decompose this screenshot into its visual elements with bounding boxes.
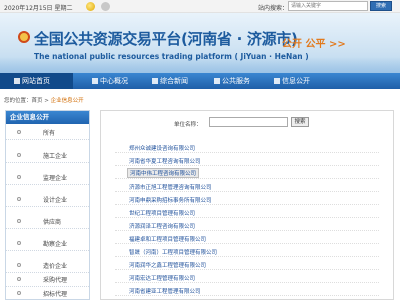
company-link[interactable]: 河南省华夏工程咨询有限公司 [129, 157, 201, 165]
nav-item-services[interactable]: 公共服务 [212, 73, 250, 89]
sidebar-item-label: 施工企业 [43, 153, 68, 160]
nav-item-overview[interactable]: 中心概况 [90, 73, 128, 89]
nav-item-label: 网站首页 [22, 77, 50, 85]
banner-slogan: 公开 公平 >> [282, 39, 346, 50]
nav-item-news[interactable]: 综合新闻 [150, 73, 188, 89]
bullet-icon [17, 130, 21, 134]
bullet-icon [17, 291, 21, 295]
sidebar-item-label: 勘察企业 [43, 241, 68, 248]
sidebar-item-survey[interactable]: 勘察企业 [6, 236, 89, 251]
company-name-input[interactable] [209, 117, 288, 127]
sidebar-item-all[interactable]: 所有 [6, 125, 89, 140]
company-link[interactable]: 郑州众诚建设咨询有限公司 [129, 144, 195, 152]
bullet-icon [17, 277, 21, 281]
site-subtitle: The national public resources trading pl… [34, 52, 309, 61]
main-nav: 网站首页 中心概况 综合新闻 公共服务 信息公开 [0, 73, 400, 89]
document-icon [274, 77, 280, 84]
moon-icon [101, 2, 110, 11]
nav-item-label: 公共服务 [222, 77, 250, 85]
sidebar-item-label: 所有 [43, 130, 56, 137]
sidebar-item-label: 招标代理 [43, 291, 68, 298]
nav-item-label: 信息公开 [282, 77, 310, 85]
company-link[interactable]: 济源润泽工程咨询有限公司 [129, 222, 195, 230]
breadcrumb: 您的位置：首页 > 企业信息公开 [4, 96, 84, 104]
bullet-icon [17, 219, 21, 223]
breadcrumb-prefix: 您的位置： [4, 98, 32, 104]
list-item[interactable]: 河南申鼎采购招标事务所有限公司 [115, 193, 379, 205]
sidebar: 企业信息公开 所有 施工企业 监理企业 设计企业 供应商 勘察企业 造价企业 采… [5, 110, 90, 300]
company-list-panel: 单位名称： 搜索 郑州众诚建设咨询有限公司 河南省华夏工程咨询有限公司 河南中伟… [100, 110, 394, 300]
sidebar-item-label: 供应商 [43, 219, 62, 226]
company-link[interactable]: 济源市正旭工程管理咨询有限公司 [129, 183, 212, 191]
site-search-button[interactable]: 搜索 [370, 1, 392, 11]
service-icon [214, 77, 220, 84]
site-banner: 全国公共资源交易平台(河南省 · 济源市) The national publi… [0, 13, 400, 73]
sidebar-item-label: 造价企业 [43, 263, 68, 270]
sidebar-item-design[interactable]: 设计企业 [6, 192, 89, 207]
info-icon [92, 77, 98, 84]
top-bar: 2020年12月15日 星期二 站内搜索： 搜索 [0, 0, 400, 13]
bullet-icon [17, 153, 21, 157]
breadcrumb-separator: > [42, 98, 51, 104]
sidebar-item-tender-agent[interactable]: 招标代理 [6, 286, 89, 300]
list-item[interactable]: 福建卓和工程项目管理有限公司 [115, 232, 379, 244]
nav-item-label: 中心概况 [100, 77, 128, 85]
list-item[interactable]: 郑州众诚建设咨询有限公司 [115, 141, 379, 153]
bullet-icon [17, 263, 21, 267]
nav-item-disclosure[interactable]: 信息公开 [272, 73, 310, 89]
sidebar-item-label: 监理企业 [43, 175, 68, 182]
bullet-icon [17, 197, 21, 201]
news-icon [152, 77, 158, 84]
breadcrumb-home-link[interactable]: 首页 [32, 98, 43, 104]
sun-icon [86, 2, 95, 11]
list-item[interactable]: 济源润泽工程咨询有限公司 [115, 219, 379, 231]
bullet-icon [17, 175, 21, 179]
site-search-input[interactable] [288, 1, 368, 11]
company-link[interactable]: 世纪工程项目管理有限公司 [129, 209, 195, 217]
list-item[interactable]: 济源市正旭工程管理咨询有限公司 [115, 180, 379, 192]
site-title: 全国公共资源交易平台(河南省 · 济源市) [34, 30, 298, 48]
company-link[interactable]: 福建卓和工程项目管理有限公司 [129, 235, 206, 243]
sidebar-item-supervision[interactable]: 监理企业 [6, 170, 89, 185]
list-item[interactable]: 河南润华之鑫工程管理有限公司 [115, 258, 379, 270]
sidebar-item-label: 设计企业 [43, 197, 68, 204]
company-link[interactable]: 河南申鼎采购招标事务所有限公司 [129, 196, 212, 204]
home-icon [14, 77, 20, 84]
list-item[interactable]: 河南省建亚工程管理有限公司 [115, 284, 379, 296]
company-link[interactable]: 河南润华之鑫工程管理有限公司 [129, 261, 206, 269]
list-item-highlighted[interactable]: 河南中伟工程咨询有限公司 [115, 167, 379, 179]
breadcrumb-current: 企业信息公开 [50, 98, 84, 104]
company-link[interactable]: 河南中伟工程咨询有限公司 [127, 168, 200, 178]
bullet-icon [17, 241, 21, 245]
sidebar-item-supplier[interactable]: 供应商 [6, 214, 89, 229]
sidebar-item-construction[interactable]: 施工企业 [6, 148, 89, 163]
company-link[interactable]: 河南宏达工程管理有限公司 [129, 274, 195, 282]
sidebar-item-procurement-agent[interactable]: 采购代理 [6, 272, 89, 287]
list-item[interactable]: 世纪工程项目管理有限公司 [115, 206, 379, 218]
sidebar-title: 企业信息公开 [6, 111, 89, 124]
company-search-button[interactable]: 搜索 [291, 117, 309, 127]
nav-item-home[interactable]: 网站首页 [0, 73, 73, 89]
sidebar-item-label: 采购代理 [43, 277, 68, 284]
nav-item-label: 综合新闻 [160, 77, 188, 85]
company-link[interactable]: 智晟（河南）工程项目管理有限公司 [129, 248, 217, 256]
company-name-label: 单位名称： [174, 122, 202, 128]
emblem-icon [18, 31, 30, 43]
list-item[interactable]: 河南省华夏工程咨询有限公司 [115, 154, 379, 166]
list-item[interactable]: 智晟（河南）工程项目管理有限公司 [115, 245, 379, 257]
current-date: 2020年12月15日 星期二 [4, 5, 73, 12]
list-item[interactable]: 河南宏达工程管理有限公司 [115, 271, 379, 283]
company-link[interactable]: 河南省建亚工程管理有限公司 [129, 287, 201, 295]
site-search-label: 站内搜索： [258, 5, 289, 12]
sidebar-item-costing[interactable]: 造价企业 [6, 258, 89, 273]
